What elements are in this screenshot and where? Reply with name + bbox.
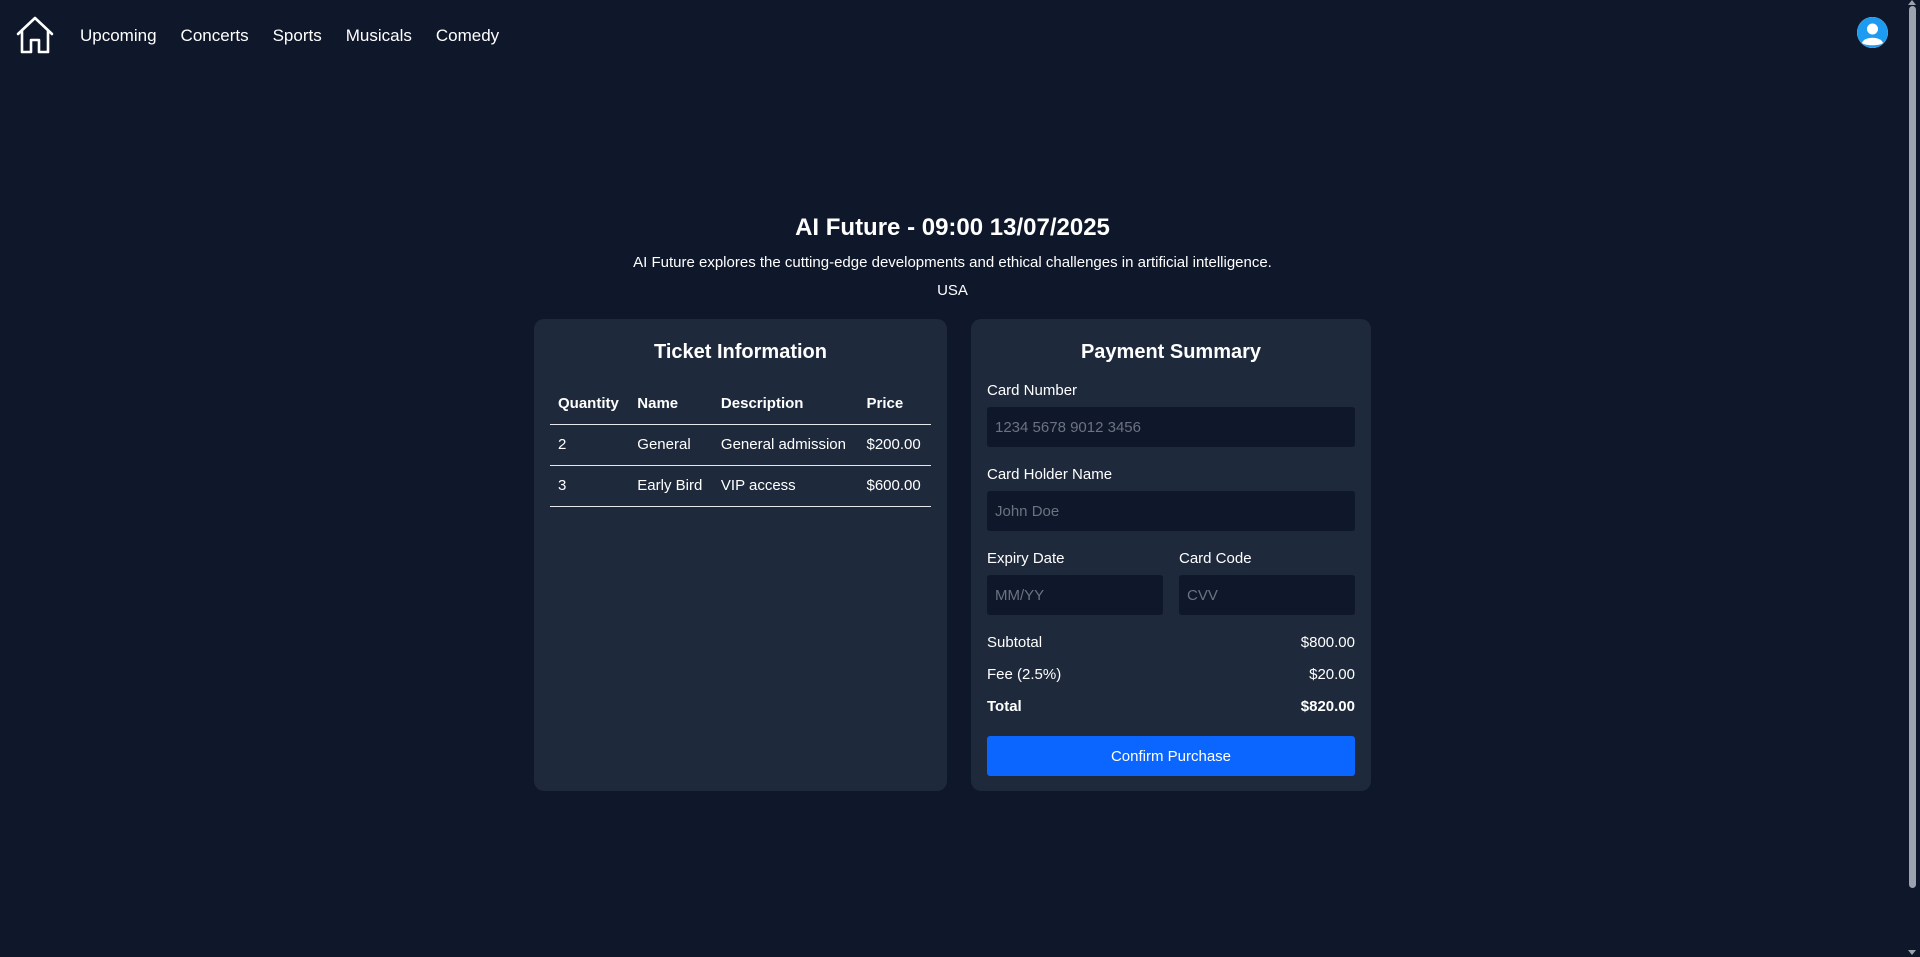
cell-description: General admission (712, 424, 859, 466)
payment-card-title: Payment Summary (1080, 341, 1262, 363)
card-holder-label: Card Holder Name (987, 466, 1113, 483)
card-number-input[interactable] (987, 407, 1355, 447)
scrollbar[interactable] (1905, 0, 1920, 957)
fee-label: Fee (2.5%) (987, 666, 1062, 683)
scroll-thumb[interactable] (1909, 6, 1916, 888)
table-row: 3 Early Bird VIP access $600.00 (550, 465, 931, 507)
event-description: AI Future explores the cutting-edge deve… (633, 254, 1272, 271)
home-icon[interactable] (14, 14, 56, 56)
ticket-card-title: Ticket Information (654, 341, 827, 363)
nav-link-sports[interactable]: Sports (273, 24, 322, 48)
top-nav: Upcoming Concerts Sports Musicals Comedy (0, 0, 1905, 72)
header-price: Price (858, 383, 931, 425)
subtotal-row: Subtotal $800.00 (987, 633, 1355, 653)
subtotal-label: Subtotal (987, 634, 1043, 651)
card-code-label: Card Code (1179, 550, 1252, 567)
nav-link-musicals[interactable]: Musicals (346, 24, 412, 48)
confirm-purchase-button[interactable]: Confirm Purchase (987, 736, 1355, 776)
event-location: USA (937, 282, 968, 299)
fee-row: Fee (2.5%) $20.00 (987, 665, 1355, 685)
nav-link-comedy[interactable]: Comedy (436, 24, 499, 48)
event-title: AI Future - 09:00 13/07/2025 (795, 214, 1110, 241)
table-header-row: Quantity Name Description Price (550, 383, 931, 425)
fee-value: $20.00 (1309, 666, 1355, 683)
cell-price: $600.00 (858, 465, 931, 507)
total-value: $820.00 (1300, 698, 1355, 715)
ticket-information-card: Ticket Information Quantity Name Descrip… (534, 319, 947, 791)
total-row: Total $820.00 (987, 697, 1355, 717)
cell-name: General (629, 424, 713, 466)
card-number-label: Card Number (987, 382, 1078, 399)
card-holder-input[interactable] (987, 491, 1355, 531)
nav-links: Upcoming Concerts Sports Musicals Comedy (80, 24, 499, 48)
cell-quantity: 3 (550, 465, 630, 507)
total-label: Total (987, 698, 1022, 715)
scroll-up-icon[interactable] (1908, 0, 1916, 5)
subtotal-value: $800.00 (1300, 634, 1355, 651)
header-quantity: Quantity (550, 383, 630, 425)
card-code-input[interactable] (1179, 575, 1355, 615)
nav-link-concerts[interactable]: Concerts (181, 24, 249, 48)
header-name: Name (629, 383, 713, 425)
user-avatar-icon[interactable] (1857, 17, 1888, 48)
ticket-table: Quantity Name Description Price 2 Genera… (550, 383, 931, 507)
cell-price: $200.00 (858, 424, 931, 466)
expiry-date-label: Expiry Date (987, 550, 1065, 567)
expiry-date-input[interactable] (987, 575, 1163, 615)
payment-summary-card: Payment Summary Card Number Card Holder … (971, 319, 1371, 791)
cell-quantity: 2 (550, 424, 630, 466)
cell-name: Early Bird (629, 465, 713, 507)
nav-link-upcoming[interactable]: Upcoming (80, 24, 157, 48)
header-description: Description (712, 383, 859, 425)
scroll-down-icon[interactable] (1908, 950, 1916, 955)
table-row: 2 General General admission $200.00 (550, 424, 931, 466)
cell-description: VIP access (712, 465, 859, 507)
